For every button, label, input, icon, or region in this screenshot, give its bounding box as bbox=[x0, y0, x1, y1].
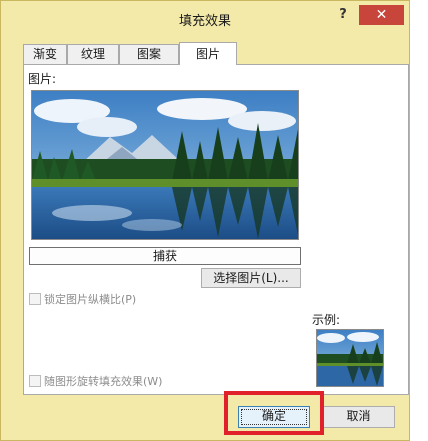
help-button[interactable]: ? bbox=[333, 5, 353, 25]
ok-button[interactable]: 确定 bbox=[238, 406, 310, 428]
close-button[interactable]: ✕ bbox=[359, 5, 404, 25]
landscape-picture bbox=[32, 91, 298, 239]
tab-gradient[interactable]: 渐变 bbox=[23, 44, 67, 64]
cancel-button[interactable]: 取消 bbox=[322, 406, 395, 428]
picture-label: 图片: bbox=[28, 72, 57, 86]
ok-button-label: 确定 bbox=[261, 409, 286, 423]
lock-aspect-checkbox[interactable] bbox=[29, 293, 41, 305]
lock-aspect-label: 锁定图片纵横比(P) bbox=[44, 293, 137, 306]
picture-tab-panel: 图片: 捕获 选择图片(L)... 锁定图片纵横比(P) 示例: 随图形旋转填充… bbox=[23, 64, 409, 395]
tab-picture[interactable]: 图片 bbox=[179, 42, 237, 65]
capture-button[interactable]: 捕获 bbox=[29, 247, 301, 265]
picture-preview bbox=[31, 90, 299, 240]
tab-pattern[interactable]: 图案 bbox=[119, 44, 179, 64]
rotate-with-shape-label: 随图形旋转填充效果(W) bbox=[44, 375, 163, 388]
close-icon: ✕ bbox=[375, 7, 388, 23]
title-bar[interactable]: 填充效果 ? ✕ bbox=[1, 1, 409, 35]
example-label: 示例: bbox=[312, 313, 341, 327]
rotate-with-shape-checkbox[interactable] bbox=[29, 375, 41, 387]
rotate-with-shape-row[interactable]: 随图形旋转填充效果(W) bbox=[29, 373, 162, 389]
example-preview bbox=[316, 329, 384, 387]
select-picture-button[interactable]: 选择图片(L)... bbox=[201, 268, 301, 288]
lock-aspect-row[interactable]: 锁定图片纵横比(P) bbox=[29, 291, 136, 307]
fill-effects-dialog: 填充效果 ? ✕ 渐变 纹理 图案 图片 图片: 捕获 选择图片(L)... 锁… bbox=[0, 0, 410, 441]
tab-texture[interactable]: 纹理 bbox=[67, 44, 119, 64]
example-picture bbox=[317, 330, 383, 386]
